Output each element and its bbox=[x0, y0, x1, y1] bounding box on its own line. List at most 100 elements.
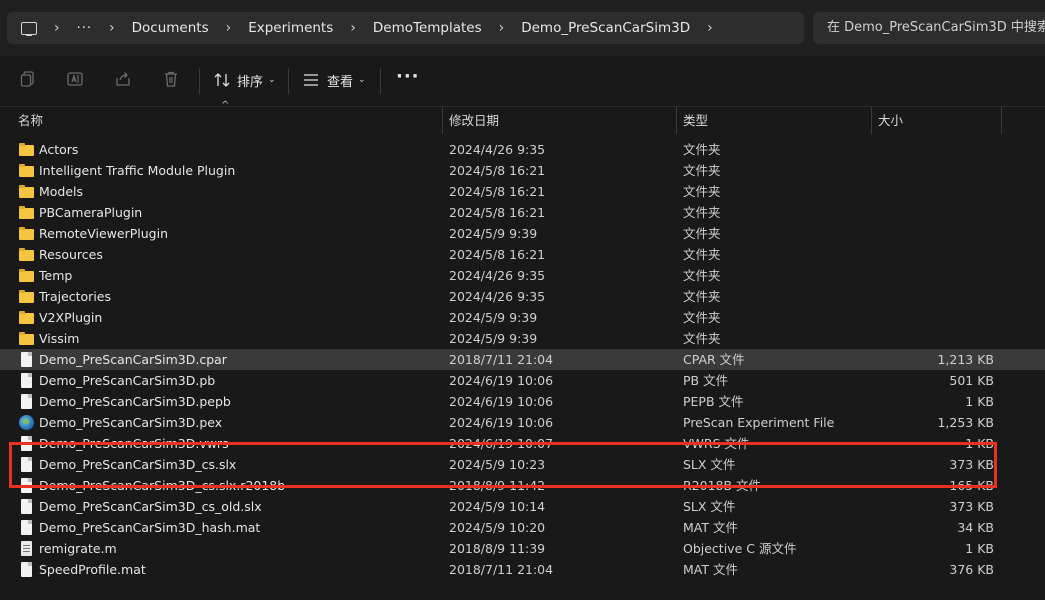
folder-icon bbox=[19, 289, 34, 304]
file-date: 2024/5/9 9:39 bbox=[449, 310, 538, 325]
file-row[interactable]: remigrate.m 2018/8/9 11:39 Objective C 源文件… bbox=[0, 538, 1045, 559]
folder-icon bbox=[19, 310, 34, 325]
more-options-button[interactable]: ··· bbox=[396, 68, 420, 86]
chevron-right-icon[interactable]: › bbox=[109, 20, 115, 36]
file-size bbox=[880, 244, 994, 265]
file-row[interactable]: PBCameraPlugin 2024/5/8 16:21 文件夹 bbox=[0, 202, 1045, 223]
file-icon bbox=[19, 520, 34, 535]
file-name: SpeedProfile.mat bbox=[39, 562, 146, 577]
file-type: PB 文件 bbox=[683, 373, 729, 388]
file-size: 1,253 KB bbox=[937, 415, 994, 430]
file-row[interactable]: RemoteViewerPlugin 2024/5/9 9:39 文件夹 bbox=[0, 223, 1045, 244]
column-divider[interactable] bbox=[871, 107, 872, 134]
breadcrumb-documents[interactable]: Documents bbox=[132, 20, 209, 36]
file-date: 2024/4/26 9:35 bbox=[449, 289, 546, 304]
file-size: 373 KB bbox=[949, 499, 994, 514]
file-row[interactable]: V2XPlugin 2024/5/9 9:39 文件夹 bbox=[0, 307, 1045, 328]
file-type: 文件夹 bbox=[683, 247, 721, 262]
copy-icon[interactable] bbox=[19, 70, 37, 88]
file-name: Demo_PreScanCarSim3D.cpar bbox=[39, 352, 227, 367]
file-row[interactable]: Trajectories 2024/4/26 9:35 文件夹 bbox=[0, 286, 1045, 307]
toolbar-divider bbox=[380, 68, 381, 94]
delete-icon[interactable] bbox=[162, 70, 180, 88]
view-button[interactable]: 查看 ⌄ bbox=[302, 67, 366, 93]
breadcrumb-current-folder[interactable]: Demo_PreScanCarSim3D bbox=[521, 20, 690, 36]
chevron-right-icon[interactable]: › bbox=[226, 20, 232, 36]
file-type: MAT 文件 bbox=[683, 562, 738, 577]
chevron-right-icon[interactable]: › bbox=[707, 20, 713, 36]
file-row[interactable]: Demo_PreScanCarSim3D.cpar 2018/7/11 21:04… bbox=[0, 349, 1045, 370]
column-type[interactable]: 类型 bbox=[683, 107, 708, 134]
file-size bbox=[880, 286, 994, 307]
file-row[interactable]: Actors 2024/4/26 9:35 文件夹 bbox=[0, 139, 1045, 160]
folder-icon bbox=[19, 184, 34, 199]
file-date: 2024/5/8 16:21 bbox=[449, 163, 546, 178]
column-divider[interactable] bbox=[676, 107, 677, 134]
file-name: Demo_PreScanCarSim3D.pepb bbox=[39, 394, 231, 409]
column-divider[interactable] bbox=[442, 107, 443, 134]
file-name: Demo_PreScanCarSim3D_hash.mat bbox=[39, 520, 261, 535]
file-row[interactable]: Demo_PreScanCarSim3D.pb 2024/6/19 10:06 PB… bbox=[0, 370, 1045, 391]
command-bar: 排序 ⌄ 查看 ⌄ ··· bbox=[0, 56, 1045, 107]
file-size bbox=[880, 160, 994, 181]
file-date: 2024/5/9 10:14 bbox=[449, 499, 546, 514]
sort-button[interactable]: 排序 ⌄ bbox=[213, 67, 276, 93]
file-row[interactable]: Resources 2024/5/8 16:21 文件夹 bbox=[0, 244, 1045, 265]
file-name: remigrate.m bbox=[39, 541, 117, 556]
file-row[interactable]: Intelligent Traffic Module Plugin 2024/5/… bbox=[0, 160, 1045, 181]
chevron-down-icon: ⌄ bbox=[268, 75, 276, 85]
file-type: Objective C 源文件 bbox=[683, 541, 797, 556]
column-name[interactable]: 名称 bbox=[18, 107, 43, 134]
toolbar-divider bbox=[199, 68, 200, 94]
folder-icon bbox=[19, 205, 34, 220]
m-file-icon bbox=[19, 541, 34, 556]
file-list: Actors 2024/4/26 9:35 文件夹 Intelligent Traff… bbox=[0, 139, 1045, 580]
folder-icon bbox=[19, 142, 34, 157]
file-date: 2024/6/19 10:06 bbox=[449, 373, 554, 388]
file-type: 文件夹 bbox=[683, 331, 721, 346]
file-row[interactable]: Models 2024/5/8 16:21 文件夹 bbox=[0, 181, 1045, 202]
file-row[interactable]: Vissim 2024/5/9 9:39 文件夹 bbox=[0, 328, 1045, 349]
file-name: PBCameraPlugin bbox=[39, 205, 143, 220]
file-size bbox=[880, 265, 994, 286]
file-name: Actors bbox=[39, 142, 79, 157]
folder-icon bbox=[19, 331, 34, 346]
breadcrumb-overflow[interactable]: ··· bbox=[77, 21, 92, 36]
file-icon bbox=[19, 373, 34, 388]
column-divider[interactable] bbox=[1001, 107, 1002, 134]
file-row[interactable]: Demo_PreScanCarSim3D.pex 2024/6/19 10:06 P… bbox=[0, 412, 1045, 433]
search-input[interactable]: 在 Demo_PreScanCarSim3D 中搜索 bbox=[813, 12, 1045, 44]
file-date: 2024/4/26 9:35 bbox=[449, 268, 546, 283]
file-row[interactable]: SpeedProfile.mat 2018/7/11 21:04 MAT 文件 376… bbox=[0, 559, 1045, 580]
file-name: V2XPlugin bbox=[39, 310, 103, 325]
file-date: 2024/5/9 9:39 bbox=[449, 226, 538, 241]
file-row[interactable]: Temp 2024/4/26 9:35 文件夹 bbox=[0, 265, 1045, 286]
chevron-right-icon[interactable]: › bbox=[499, 20, 505, 36]
file-icon bbox=[19, 499, 34, 514]
rename-icon[interactable] bbox=[66, 70, 84, 88]
chevron-right-icon[interactable]: › bbox=[350, 20, 356, 36]
file-row[interactable]: Demo_PreScanCarSim3D_cs_old.slx 2024/5/9 … bbox=[0, 496, 1045, 517]
file-row[interactable]: Demo_PreScanCarSim3D_hash.mat 2024/5/9 10… bbox=[0, 517, 1045, 538]
address-bar[interactable]: › ··· › Documents › Experiments › DemoTe… bbox=[7, 12, 804, 44]
annotation-highlight-box bbox=[9, 442, 997, 488]
chevron-right-icon[interactable]: › bbox=[54, 20, 60, 36]
file-size: 501 KB bbox=[949, 373, 994, 388]
column-date[interactable]: 修改日期 bbox=[449, 107, 499, 134]
file-icon bbox=[19, 394, 34, 409]
file-row[interactable]: Demo_PreScanCarSim3D.pepb 2024/6/19 10:06… bbox=[0, 391, 1045, 412]
share-icon[interactable] bbox=[114, 70, 132, 88]
file-type: PEPB 文件 bbox=[683, 394, 744, 409]
column-size[interactable]: 大小 bbox=[878, 107, 903, 134]
file-type: 文件夹 bbox=[683, 289, 721, 304]
file-date: 2018/7/11 21:04 bbox=[449, 562, 554, 577]
file-type: MAT 文件 bbox=[683, 520, 738, 535]
breadcrumb-demotemplates[interactable]: DemoTemplates bbox=[373, 20, 482, 36]
file-name: Demo_PreScanCarSim3D_cs_old.slx bbox=[39, 499, 262, 514]
file-date: 2018/8/9 11:39 bbox=[449, 541, 546, 556]
file-type: SLX 文件 bbox=[683, 499, 736, 514]
file-name: Models bbox=[39, 184, 84, 199]
column-header: 名称 修改日期 类型 大小 bbox=[0, 107, 1045, 134]
breadcrumb-experiments[interactable]: Experiments bbox=[248, 20, 333, 36]
this-pc-icon[interactable] bbox=[21, 21, 37, 36]
